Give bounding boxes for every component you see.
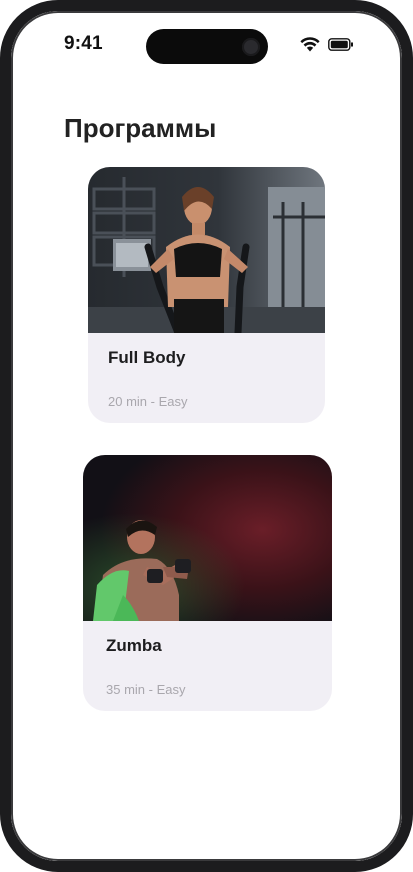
phone-frame: 9:41 Программы Full Body 20 min - Easy Z… bbox=[0, 0, 413, 872]
battery-icon bbox=[328, 38, 353, 51]
program-card-zumba[interactable]: Zumba 35 min - Easy bbox=[83, 455, 332, 711]
status-icons bbox=[300, 37, 354, 52]
program-card-full-body[interactable]: Full Body 20 min - Easy bbox=[88, 167, 325, 423]
program-meta: 35 min - Easy bbox=[106, 682, 186, 697]
program-title: Zumba bbox=[106, 636, 162, 655]
program-title: Full Body bbox=[108, 348, 186, 367]
status-time: 9:41 bbox=[64, 33, 103, 54]
dynamic-island bbox=[146, 29, 268, 64]
wifi-icon bbox=[300, 37, 320, 52]
woman-on-elliptical-photo bbox=[88, 167, 325, 333]
page-title: Программы bbox=[64, 113, 217, 143]
camera-icon bbox=[242, 38, 260, 56]
program-meta: 20 min - Easy bbox=[108, 394, 188, 409]
man-boxing-neon-photo bbox=[83, 455, 332, 621]
status-bar: 9:41 bbox=[11, 11, 402, 71]
